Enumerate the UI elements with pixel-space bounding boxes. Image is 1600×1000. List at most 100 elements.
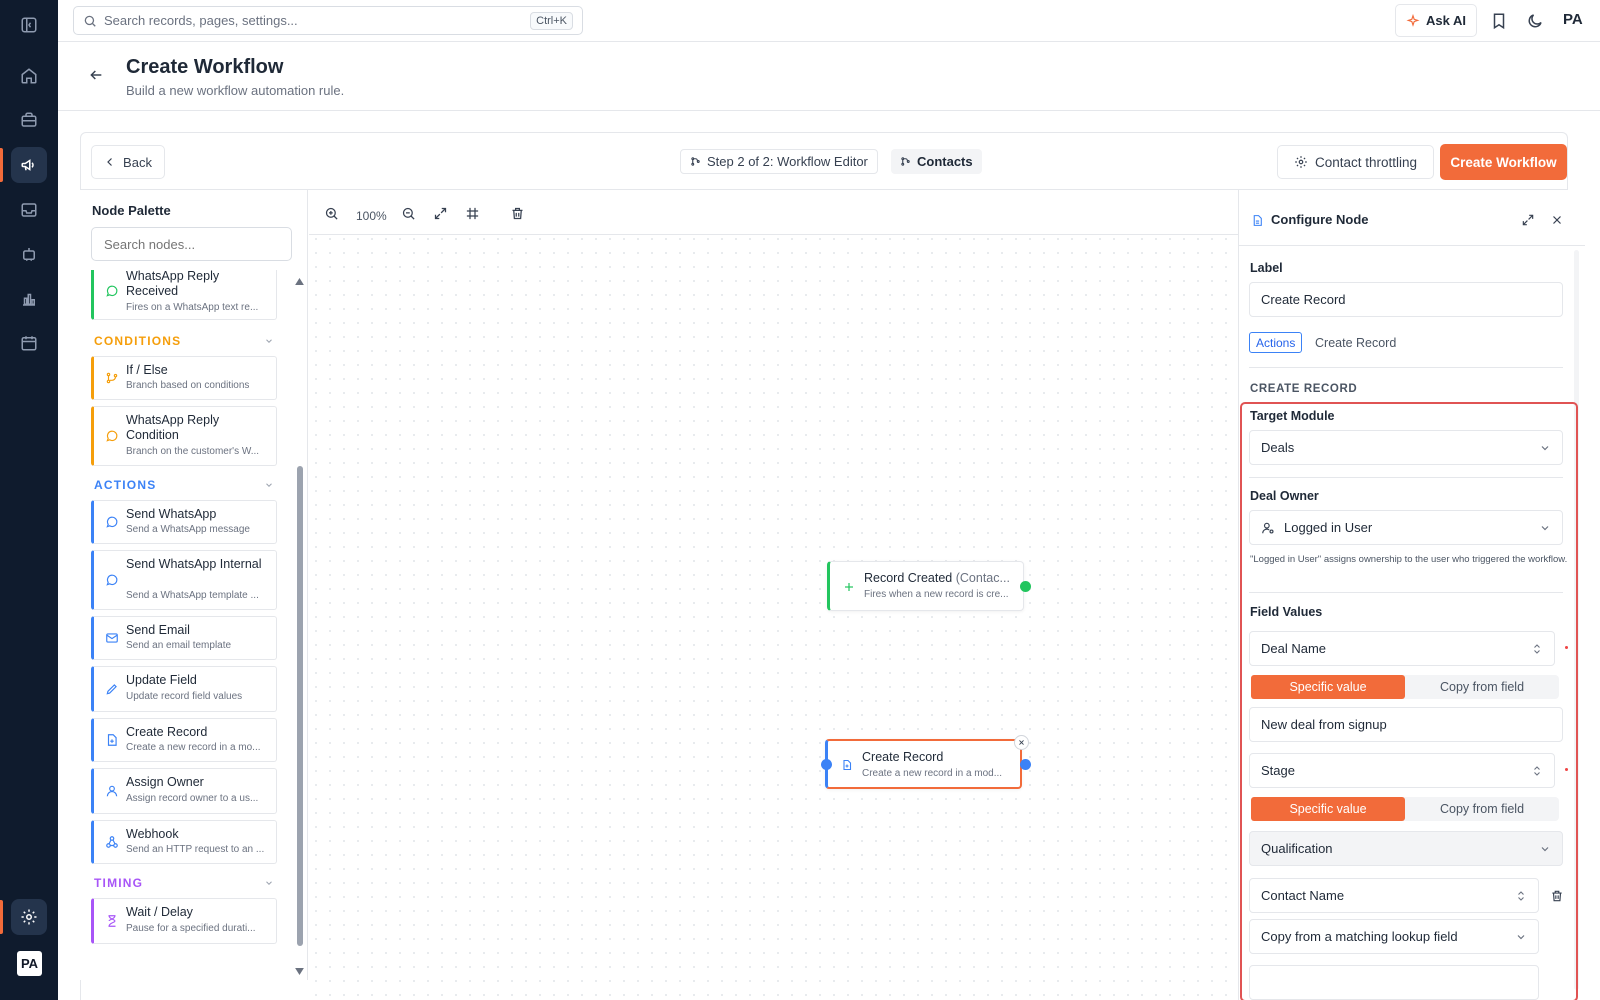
palette-scrollbar[interactable] bbox=[295, 276, 304, 975]
trigger-node-desc: Fires when a new record is cre... bbox=[864, 589, 1009, 600]
node-desc: Update record field values bbox=[126, 691, 243, 702]
calendar-icon[interactable] bbox=[11, 325, 47, 361]
robot-icon[interactable] bbox=[11, 236, 47, 272]
plus-icon bbox=[845, 583, 853, 591]
whatsapp-icon bbox=[106, 285, 118, 297]
contact-throttling-button[interactable]: Contact throttling bbox=[1277, 145, 1434, 179]
page-back-arrow-icon[interactable] bbox=[88, 67, 104, 83]
active-indicator bbox=[0, 148, 3, 182]
close-icon[interactable] bbox=[1551, 214, 1563, 226]
fit-view-icon[interactable] bbox=[433, 206, 448, 224]
moon-icon[interactable] bbox=[1526, 12, 1544, 30]
sidebar-nav: PA bbox=[0, 0, 58, 1000]
label-heading: Label bbox=[1250, 261, 1283, 275]
close-icon bbox=[1019, 740, 1024, 745]
user-avatar[interactable]: PA bbox=[1563, 11, 1583, 28]
bar-chart-icon[interactable] bbox=[11, 281, 47, 317]
palette-node-send-whatsapp[interactable]: Send WhatsApp Send a WhatsApp message bbox=[91, 500, 277, 544]
node-desc: Send an HTTP request to an ... bbox=[126, 844, 265, 855]
page-title: Create Workflow bbox=[126, 56, 284, 78]
search-icon bbox=[84, 15, 96, 27]
node-desc: Send an email template bbox=[126, 640, 232, 651]
whatsapp-icon bbox=[106, 516, 118, 528]
zoom-level: 100% bbox=[356, 209, 387, 223]
node-title: Create Record bbox=[126, 725, 208, 739]
node-desc: Send a WhatsApp template ... bbox=[126, 590, 259, 601]
canvas-toolbar bbox=[309, 190, 1238, 234]
section-timing[interactable]: TIMING bbox=[94, 876, 274, 890]
file-plus-icon bbox=[107, 734, 117, 746]
back-button[interactable]: Back bbox=[91, 145, 165, 179]
pencil-icon bbox=[106, 684, 117, 695]
file-plus-icon bbox=[843, 759, 852, 771]
configure-title: Configure Node bbox=[1271, 212, 1369, 227]
bookmark-icon[interactable] bbox=[1490, 12, 1508, 30]
trash-icon[interactable] bbox=[510, 206, 525, 224]
action-node-desc: Create a new record in a mod... bbox=[862, 768, 1003, 779]
palette-node-whatsapp-reply-received[interactable]: WhatsApp Reply Received Fires on a Whats… bbox=[91, 270, 277, 320]
whatsapp-icon bbox=[106, 574, 118, 586]
highlight-frame bbox=[1240, 402, 1578, 1000]
sidebar-avatar[interactable]: PA bbox=[17, 951, 42, 976]
action-output-handle[interactable] bbox=[1020, 759, 1031, 770]
zoom-in-icon[interactable] bbox=[324, 206, 339, 224]
zoom-out-icon[interactable] bbox=[401, 206, 416, 224]
inbox-icon[interactable] bbox=[11, 192, 47, 228]
node-title: If / Else bbox=[126, 363, 168, 377]
settings-indicator bbox=[0, 900, 3, 934]
scrollbar-thumb[interactable] bbox=[297, 466, 303, 946]
action-input-handle[interactable] bbox=[821, 759, 832, 770]
label-input[interactable]: Create Record bbox=[1249, 282, 1563, 317]
scroll-up-icon[interactable] bbox=[295, 278, 304, 285]
chevron-left-icon bbox=[107, 158, 112, 166]
palette-list: WhatsApp Reply Received Fires on a Whats… bbox=[91, 270, 281, 968]
section-conditions[interactable]: CONDITIONS bbox=[94, 334, 274, 348]
palette-node-send-email[interactable]: Send Email Send an email template bbox=[91, 616, 277, 660]
remove-node-button[interactable] bbox=[1014, 735, 1029, 750]
home-icon[interactable] bbox=[11, 58, 47, 94]
palette-node-whatsapp-reply-condition[interactable]: WhatsApp Reply Condition Branch on the c… bbox=[91, 406, 277, 466]
node-title: Send WhatsApp bbox=[126, 507, 217, 521]
palette-node-send-whatsapp-internal[interactable]: Send WhatsApp Internal Send a WhatsApp t… bbox=[91, 550, 277, 610]
palette-node-create-record[interactable]: Create Record Create a new record in a m… bbox=[91, 718, 277, 762]
palette-node-if-else[interactable]: If / Else Branch based on conditions bbox=[91, 356, 277, 400]
palette-node-wait-delay[interactable]: Wait / Delay Pause for a specified durat… bbox=[91, 898, 277, 944]
action-node-title: Create Record bbox=[862, 750, 944, 764]
page-subtitle: Build a new workflow automation rule. bbox=[126, 83, 345, 98]
user-icon bbox=[106, 785, 118, 797]
scroll-down-icon[interactable] bbox=[295, 968, 304, 975]
file-icon bbox=[1253, 215, 1262, 226]
palette-node-assign-owner[interactable]: Assign Owner Assign record owner to a us… bbox=[91, 768, 277, 814]
step-label: Step 2 of 2: Workflow Editor bbox=[707, 154, 868, 169]
workflow-canvas[interactable]: 100% Record Created (Contac... Fires whe… bbox=[309, 190, 1238, 1000]
ask-ai-button[interactable]: Ask AI bbox=[1395, 4, 1477, 37]
trigger-node-title: Record Created (Contac... bbox=[864, 571, 1010, 585]
trigger-output-handle[interactable] bbox=[1020, 581, 1031, 592]
megaphone-icon[interactable] bbox=[11, 147, 47, 183]
global-search[interactable]: Search records, pages, settings... Ctrl+… bbox=[73, 6, 583, 35]
divider bbox=[1249, 367, 1563, 368]
settings-icon[interactable] bbox=[11, 899, 47, 935]
header-divider bbox=[58, 110, 1600, 111]
chevron-down-icon bbox=[266, 339, 272, 343]
hourglass-icon bbox=[108, 915, 116, 927]
palette-search-input[interactable] bbox=[91, 227, 292, 261]
chevron-down-icon bbox=[266, 483, 272, 487]
expand-icon[interactable] bbox=[1521, 213, 1535, 227]
create-record-node[interactable]: Create Record Create a new record in a m… bbox=[825, 739, 1022, 789]
briefcase-icon[interactable] bbox=[11, 102, 47, 138]
module-label: Contacts bbox=[917, 154, 973, 169]
mail-icon bbox=[106, 633, 118, 643]
palette-node-update-field[interactable]: Update Field Update record field values bbox=[91, 666, 277, 712]
node-desc: Assign record owner to a us... bbox=[126, 793, 259, 804]
section-actions[interactable]: ACTIONS bbox=[94, 478, 274, 492]
gear-icon bbox=[1295, 156, 1307, 168]
create-workflow-button[interactable]: Create Workflow bbox=[1440, 144, 1567, 180]
grid-icon[interactable] bbox=[465, 206, 480, 224]
throttling-label: Contact throttling bbox=[1314, 154, 1418, 170]
node-title: Send Email bbox=[126, 623, 190, 637]
node-desc: Branch based on conditions bbox=[126, 380, 250, 391]
palette-node-webhook[interactable]: Webhook Send an HTTP request to an ... bbox=[91, 820, 277, 864]
trigger-node[interactable]: Record Created (Contac... Fires when a n… bbox=[827, 561, 1024, 611]
toggle-sidebar-icon[interactable] bbox=[11, 7, 47, 43]
